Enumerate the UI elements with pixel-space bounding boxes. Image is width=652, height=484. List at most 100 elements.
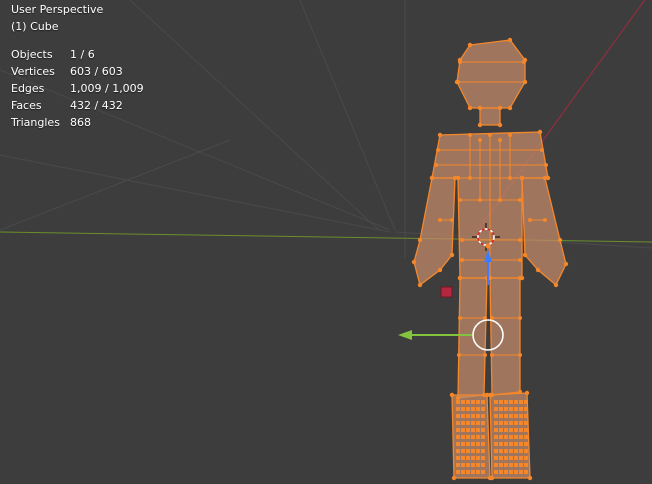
vertex-dot bbox=[461, 435, 465, 439]
vertex-dot bbox=[411, 259, 417, 265]
vertex-dot bbox=[509, 414, 513, 418]
vertex-dot bbox=[477, 122, 483, 128]
vertex-dot bbox=[524, 435, 528, 439]
vertex-dot bbox=[456, 414, 460, 418]
vertex-dot bbox=[499, 428, 503, 432]
vertex-dot bbox=[434, 163, 438, 167]
vertex-dot bbox=[466, 400, 470, 404]
vertex-dot bbox=[487, 392, 493, 398]
vertex-dot bbox=[481, 435, 485, 439]
vertex-dot bbox=[519, 428, 523, 432]
vertex-dot bbox=[460, 238, 464, 242]
vertex-dot bbox=[457, 275, 463, 281]
vertex-dot bbox=[471, 463, 475, 467]
vertex-dot bbox=[461, 463, 465, 467]
vertex-dot bbox=[509, 421, 513, 425]
vertex-dot bbox=[497, 105, 503, 111]
vertex-dot bbox=[522, 60, 526, 64]
vertex-dot bbox=[494, 470, 498, 474]
vertex-dot bbox=[519, 435, 523, 439]
vertex-dot bbox=[476, 414, 480, 418]
vertex-dot bbox=[461, 428, 465, 432]
vertex-dot bbox=[456, 435, 460, 439]
vertex-dot bbox=[456, 176, 460, 180]
vertex-dot bbox=[557, 237, 563, 243]
vertex-dot bbox=[417, 282, 423, 288]
vertex-dot bbox=[528, 218, 532, 222]
vertex-dot bbox=[524, 442, 528, 446]
vertex-dot bbox=[508, 106, 512, 110]
vertex-dot bbox=[449, 392, 455, 398]
vertex-dot bbox=[518, 238, 522, 242]
vertex-dot bbox=[494, 435, 498, 439]
vertex-dot bbox=[490, 353, 494, 357]
vertex-dot bbox=[488, 133, 492, 137]
vertex-dot bbox=[456, 442, 460, 446]
vertex-dot bbox=[490, 316, 494, 320]
vertex-dot bbox=[518, 198, 522, 202]
vertex-dot bbox=[481, 407, 485, 411]
vertex-dot bbox=[524, 414, 528, 418]
vertex-dot bbox=[504, 414, 508, 418]
vertex-dot bbox=[456, 456, 460, 460]
vertex-dot bbox=[468, 176, 472, 180]
3d-viewport[interactable]: User Perspective (1) Cube Objects 1 / 6 … bbox=[0, 0, 652, 484]
vertex-dot bbox=[461, 442, 465, 446]
vertex-dot bbox=[524, 428, 528, 432]
vertex-dot bbox=[519, 470, 523, 474]
vertex-dot bbox=[514, 421, 518, 425]
vertex-dot bbox=[499, 470, 503, 474]
vertex-dot bbox=[471, 407, 475, 411]
vertex-dot bbox=[494, 449, 498, 453]
vertex-dot bbox=[467, 42, 473, 48]
vertex-dot bbox=[481, 400, 485, 404]
vertex-dot bbox=[524, 449, 528, 453]
vertex-dot bbox=[524, 463, 528, 467]
vertex-dot bbox=[456, 400, 460, 404]
vertex-dot bbox=[507, 37, 513, 43]
vertex-dot bbox=[499, 421, 503, 425]
vertex-dot bbox=[509, 449, 513, 453]
vertex-dot bbox=[504, 428, 508, 432]
vertex-dot bbox=[499, 414, 503, 418]
vertex-dot bbox=[476, 470, 480, 474]
vertex-dot bbox=[499, 456, 503, 460]
vertex-dot bbox=[514, 470, 518, 474]
vertex-dot bbox=[468, 106, 472, 110]
vertex-dot bbox=[476, 456, 480, 460]
vertex-dot bbox=[477, 105, 483, 111]
vertex-dot bbox=[476, 400, 480, 404]
vertex-dot bbox=[509, 428, 513, 432]
vertex-dot bbox=[494, 400, 498, 404]
vertex-dot bbox=[481, 449, 485, 453]
vertex-dot bbox=[481, 470, 485, 474]
vertex-dot bbox=[466, 414, 470, 418]
vertex-dot bbox=[481, 456, 485, 460]
light-object-icon[interactable] bbox=[440, 286, 453, 298]
vertex-dot bbox=[451, 475, 457, 481]
vertex-dot bbox=[514, 463, 518, 467]
vertex-dot bbox=[508, 133, 512, 137]
vertex-dot bbox=[535, 267, 541, 273]
vertex-dot bbox=[494, 442, 498, 446]
viewport-scene[interactable] bbox=[0, 0, 652, 484]
vertex-dot bbox=[494, 463, 498, 467]
vertex-dot bbox=[461, 400, 465, 404]
vertex-dot bbox=[471, 428, 475, 432]
vertex-dot bbox=[466, 470, 470, 474]
vertex-dot bbox=[523, 80, 527, 84]
vertex-dot bbox=[499, 463, 503, 467]
vertex-dot bbox=[468, 133, 472, 137]
vertex-dot bbox=[499, 449, 503, 453]
vertex-dot bbox=[436, 148, 440, 152]
vertex-dot bbox=[481, 442, 485, 446]
vertex-dot bbox=[471, 449, 475, 453]
vertex-dot bbox=[466, 449, 470, 453]
vertex-dot bbox=[518, 353, 522, 357]
vertex-dot bbox=[456, 407, 460, 411]
vertex-dot bbox=[514, 400, 518, 404]
vertex-dot bbox=[481, 421, 485, 425]
vertex-dot bbox=[461, 414, 465, 418]
vertex-dot bbox=[524, 470, 528, 474]
vertex-dot bbox=[438, 218, 442, 222]
